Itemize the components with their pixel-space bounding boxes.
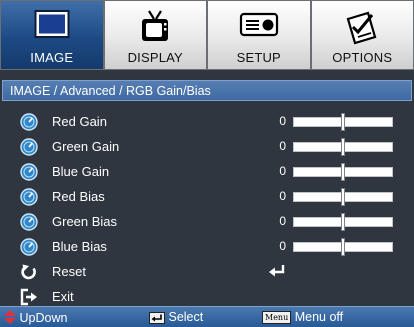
reset-label: Reset xyxy=(52,264,86,279)
value-slider[interactable] xyxy=(293,213,393,231)
menu-row-label: Blue Gain xyxy=(52,164,110,179)
menu-row-label: Green Gain xyxy=(52,139,120,154)
gauge-icon xyxy=(20,163,38,181)
tab-display[interactable]: DISPLAY xyxy=(103,0,207,70)
menu-row-blue-bias[interactable]: Blue Bias 0 xyxy=(0,235,414,260)
value-slider[interactable] xyxy=(293,188,393,206)
menu-row-value: 0 xyxy=(279,139,286,153)
updown-arrow-icon xyxy=(4,310,16,327)
menu-row-green-bias[interactable]: Green Bias 0 xyxy=(0,210,414,235)
menu-row-red-gain[interactable]: Red Gain 0 xyxy=(0,110,414,135)
slider-knob[interactable] xyxy=(341,188,345,206)
menu-row-red-bias[interactable]: Red Bias 0 xyxy=(0,185,414,210)
gauge-icon xyxy=(20,213,38,231)
tv-icon xyxy=(137,9,173,50)
hint-select: Select xyxy=(149,310,203,324)
menu-row-value: 0 xyxy=(279,114,286,128)
slider-knob[interactable] xyxy=(341,238,345,256)
hint-updown: UpDown xyxy=(4,310,67,327)
breadcrumb: IMAGE / Advanced / RGB Gain/Bias xyxy=(2,80,412,101)
tab-setup-label: SETUP xyxy=(236,50,281,65)
tab-setup[interactable]: SETUP xyxy=(207,0,311,70)
menu-row-label: Red Gain xyxy=(52,114,107,129)
exit-icon xyxy=(20,288,38,306)
tab-options[interactable]: OPTIONS xyxy=(310,0,414,70)
slider-knob[interactable] xyxy=(341,113,345,131)
tab-image[interactable]: IMAGE xyxy=(0,0,104,70)
slider-knob[interactable] xyxy=(341,213,345,231)
gauge-icon xyxy=(20,238,38,256)
checklist-icon xyxy=(342,9,382,50)
menu-key-icon: Menu xyxy=(262,311,292,325)
tab-display-label: DISPLAY xyxy=(127,50,183,65)
gauge-icon xyxy=(20,138,38,156)
hint-bar: UpDown Select Menu Menu off xyxy=(0,306,414,327)
value-slider[interactable] xyxy=(293,163,393,181)
hint-menu-off: Menu Menu off xyxy=(262,310,344,325)
menu-row-label: Green Bias xyxy=(52,214,118,229)
menu-row-label: Red Bias xyxy=(52,189,105,204)
enter-key-icon xyxy=(149,311,165,324)
tab-image-label: IMAGE xyxy=(30,50,74,65)
menu-row-blue-gain[interactable]: Blue Gain 0 xyxy=(0,160,414,185)
slider-knob[interactable] xyxy=(341,163,345,181)
tab-options-label: OPTIONS xyxy=(332,50,393,65)
value-slider[interactable] xyxy=(293,138,393,156)
hint-select-label: Select xyxy=(168,310,204,324)
menu-row-reset[interactable]: Reset xyxy=(0,260,414,285)
menu-row-green-gain[interactable]: Green Gain 0 xyxy=(0,135,414,160)
value-slider[interactable] xyxy=(293,113,393,131)
gauge-icon xyxy=(20,113,38,131)
slider-knob[interactable] xyxy=(341,138,345,156)
menu-row-value: 0 xyxy=(279,164,286,178)
exit-label: Exit xyxy=(52,289,74,304)
menu-row-value: 0 xyxy=(279,189,286,203)
main-tab-bar: IMAGE DISPLAY SETUP OPTIONS xyxy=(0,0,414,70)
projector-icon xyxy=(239,9,279,44)
value-slider[interactable] xyxy=(293,238,393,256)
enter-icon xyxy=(268,264,286,283)
hint-updown-label: UpDown xyxy=(19,310,68,325)
gauge-icon xyxy=(20,188,38,206)
reset-icon xyxy=(20,263,38,281)
monitor-icon xyxy=(34,9,70,48)
menu-row-value: 0 xyxy=(279,239,286,253)
menu-row-value: 0 xyxy=(279,214,286,228)
hint-menu-off-label: Menu off xyxy=(294,310,344,324)
menu-row-label: Blue Bias xyxy=(52,239,107,254)
